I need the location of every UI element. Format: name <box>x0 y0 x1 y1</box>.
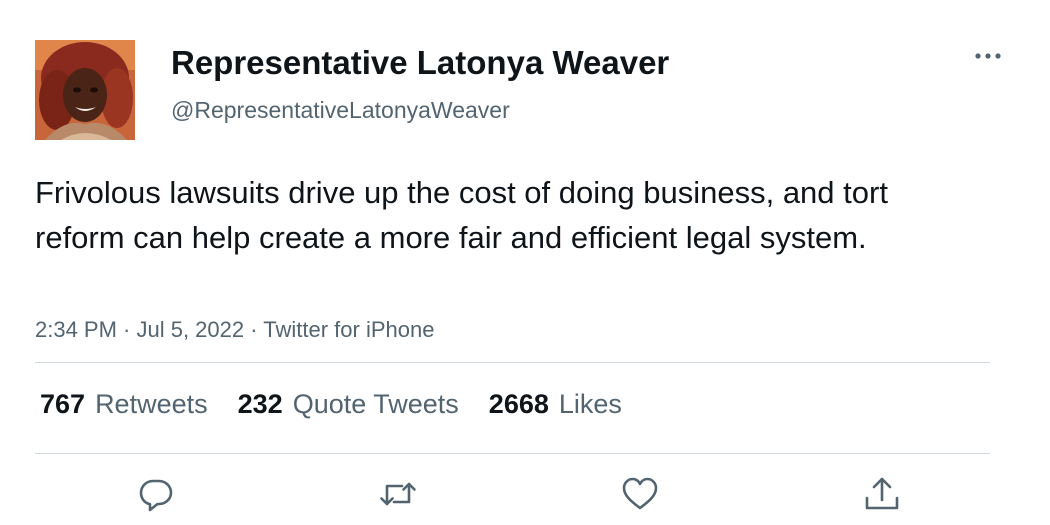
user-handle[interactable]: @RepresentativeLatonyaWeaver <box>171 95 510 125</box>
tweet-timestamp[interactable]: 2:34 PM · Jul 5, 2022 · Twitter for iPho… <box>35 315 434 345</box>
likes-stat[interactable]: 2668 Likes <box>489 386 622 422</box>
display-name[interactable]: Representative Latonya Weaver <box>171 43 669 83</box>
more-horizontal-icon[interactable] <box>972 44 1004 68</box>
tweet-text: Frivolous lawsuits drive up the cost of … <box>35 175 888 255</box>
retweet-button[interactable] <box>378 474 418 514</box>
likes-count: 2668 <box>488 389 549 419</box>
avatar[interactable] <box>35 40 135 140</box>
like-button[interactable] <box>620 474 660 514</box>
tweet-stats: 767 Retweets 232 Quote Tweets 2668 Likes <box>40 386 622 422</box>
reply-button[interactable] <box>136 474 176 514</box>
retweets-label: Retweets <box>95 389 208 419</box>
reply-icon <box>139 479 173 512</box>
likes-label: Likes <box>558 389 622 419</box>
share-button[interactable] <box>862 474 902 514</box>
divider <box>35 453 990 454</box>
retweet-icon <box>380 482 416 506</box>
retweets-stat[interactable]: 767 Retweets <box>40 386 208 422</box>
share-icon <box>865 477 899 510</box>
retweets-count: 767 <box>40 389 86 419</box>
profile-photo <box>35 40 135 140</box>
quote-tweets-stat[interactable]: 232 Quote Tweets <box>238 386 459 422</box>
divider <box>35 362 990 363</box>
quote-tweets-label: Quote Tweets <box>292 389 459 419</box>
quote-tweets-count: 232 <box>237 389 283 419</box>
heart-icon <box>622 477 658 510</box>
